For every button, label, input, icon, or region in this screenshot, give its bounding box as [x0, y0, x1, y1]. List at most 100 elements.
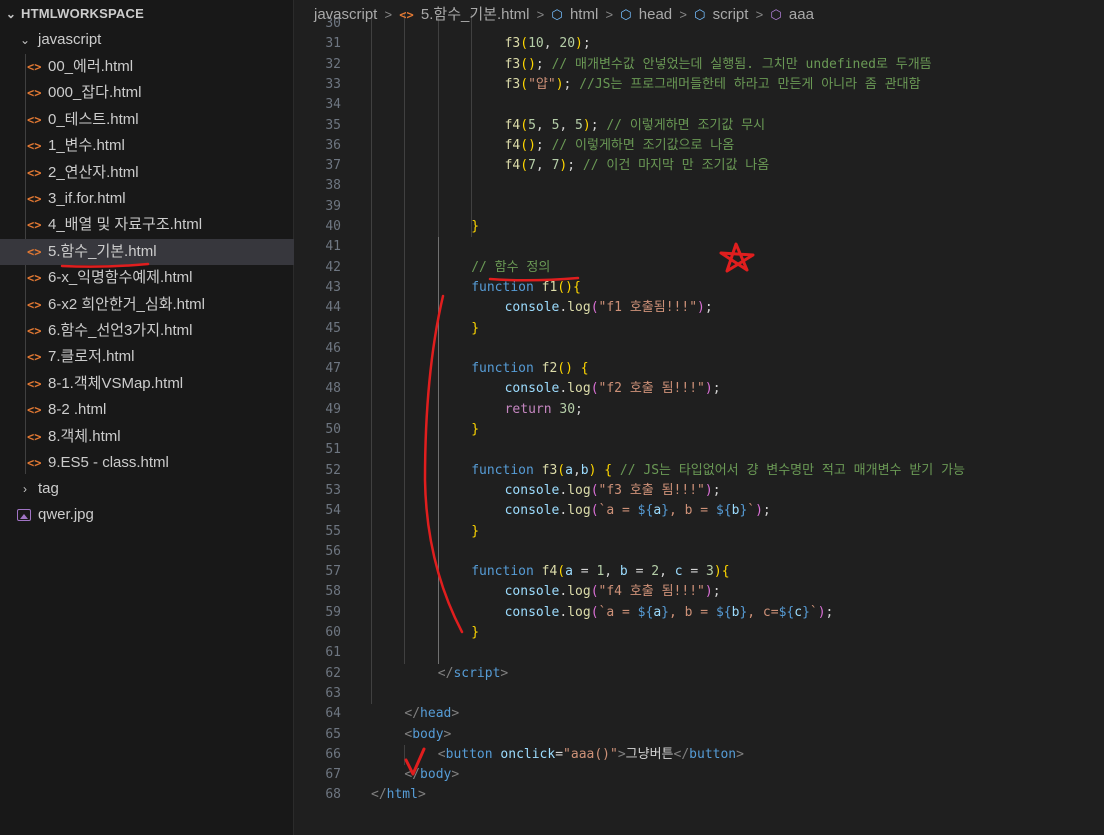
- code-token: // 이렇게하면 조기값으로 나옴: [551, 137, 735, 153]
- folder-tag[interactable]: › tag: [0, 476, 294, 502]
- code-line[interactable]: f3(10, 20);: [505, 34, 591, 54]
- file-item[interactable]: <> 7.클로저.html: [0, 344, 294, 370]
- code-token: =: [555, 746, 564, 762]
- file-item[interactable]: <> 6-x_익명함수예제.html: [0, 265, 294, 291]
- code-token: console: [504, 584, 560, 600]
- indent-guide: [404, 744, 406, 766]
- breadcrumb-item-html[interactable]: html: [570, 6, 598, 23]
- code-token: ;: [563, 76, 580, 92]
- file-label: 1_변수.html: [48, 137, 125, 155]
- line-number: 67: [325, 767, 341, 783]
- code-token: (): [520, 56, 536, 72]
- code-token: }: [471, 320, 480, 336]
- code-token: </: [404, 706, 421, 722]
- code-line[interactable]: f3("얍"); //JS는 프로그래머들한테 하라고 만든게 아니라 좀 관대…: [505, 75, 921, 95]
- file-item[interactable]: <> 00_에러.html: [0, 54, 294, 80]
- code-token: body: [412, 726, 444, 742]
- code-line[interactable]: // 함수 정의: [471, 258, 550, 278]
- code-token: f3: [504, 56, 521, 72]
- code-line[interactable]: </body>: [404, 765, 459, 785]
- file-item[interactable]: <> 6.함수_선언3가지.html: [0, 318, 294, 344]
- file-label: 0_테스트.html: [48, 110, 139, 128]
- code-line[interactable]: function f4(a = 1, b = 2, c = 3){: [471, 562, 729, 582]
- code-token: log: [567, 584, 591, 600]
- code-token: `a =: [598, 503, 638, 519]
- code-area[interactable]: 30 31 f3(10, 20); 32 f3(); // 매개변수값 안넣었는데 실행…: [295, 14, 1104, 835]
- code-token: (: [557, 564, 566, 580]
- code-token: , c=: [747, 604, 779, 620]
- code-line[interactable]: console.log("f1 호출됨!!!");: [505, 298, 713, 318]
- html-file-icon: <>: [27, 165, 42, 180]
- code-token: </: [673, 746, 690, 762]
- code-line[interactable]: </html>: [371, 785, 426, 805]
- code-line[interactable]: return 30;: [505, 400, 583, 420]
- file-item[interactable]: <> 4_배열 및 자료구조.html: [0, 212, 294, 238]
- file-item[interactable]: <> 5.함수_기본.html: [0, 238, 294, 265]
- file-label: 7.클로저.html: [48, 348, 135, 366]
- file-item[interactable]: <> 0_테스트.html: [0, 107, 294, 133]
- code-line[interactable]: }: [471, 522, 479, 542]
- code-token: ;: [575, 401, 583, 417]
- code-line[interactable]: function f3(a,b) { // JS는 타입없어서 걍 변수명만 적…: [471, 461, 965, 481]
- code-line[interactable]: </head>: [404, 704, 459, 724]
- html-file-icon: <>: [27, 456, 42, 470]
- code-token: ;: [825, 604, 834, 620]
- code-token: 3: [706, 564, 714, 580]
- file-item[interactable]: <> 000_잡다.html: [0, 80, 294, 106]
- code-line[interactable]: f4(5, 5, 5); // 이렇게하면 조기값 무시: [505, 116, 766, 136]
- code-line[interactable]: }: [471, 623, 479, 643]
- file-item[interactable]: <> 8-1.객체VSMap.html: [0, 371, 294, 397]
- code-token: }: [471, 422, 480, 437]
- code-line[interactable]: f4(7, 7); // 이건 마지막 만 조기값 나옴: [505, 156, 770, 176]
- code-token: ;: [535, 137, 552, 153]
- file-item[interactable]: <> 8-2 .html: [0, 397, 294, 423]
- breadcrumb-item-script[interactable]: script: [713, 6, 749, 23]
- file-item[interactable]: <> 6-x2 희안한거_심화.html: [0, 292, 294, 318]
- folder-javascript[interactable]: ⌄ javascript: [0, 27, 294, 53]
- code-token: </: [404, 767, 421, 783]
- html-file-icon: <>: [27, 350, 42, 365]
- code-token: ;: [590, 117, 607, 133]
- code-token: b: [580, 462, 589, 478]
- breadcrumb-item-folder[interactable]: javascript: [314, 6, 377, 23]
- code-line[interactable]: console.log("f2 호출 됨!!!");: [505, 379, 721, 399]
- code-line[interactable]: console.log(`a = ${a}, b = ${b}`);: [505, 501, 771, 521]
- line-number: 54: [325, 503, 341, 519]
- code-line[interactable]: function f2() {: [471, 359, 588, 379]
- file-item[interactable]: <> 1_변수.html: [0, 133, 294, 159]
- breadcrumb-item-file[interactable]: 5.함수_기본.html: [421, 6, 530, 23]
- file-item[interactable]: <> 8.객체.html: [0, 424, 294, 450]
- code-line[interactable]: f3(); // 매개변수값 안넣었는데 실행됨. 그치만 undefined로…: [505, 55, 932, 75]
- file-item[interactable]: <> 2_연산자.html: [0, 160, 294, 186]
- line-number: 48: [325, 381, 341, 397]
- code-line[interactable]: console.log("f3 호출 됨!!!");: [505, 481, 721, 501]
- breadcrumb-item-function[interactable]: aaa: [789, 6, 814, 23]
- code-line[interactable]: f4(); // 이렇게하면 조기값으로 나옴: [505, 136, 735, 156]
- code-token: ): [704, 381, 713, 397]
- code-token: 5: [575, 117, 583, 133]
- code-line[interactable]: console.log(`a = ${a}, b = ${b}, c=${c}`…: [505, 603, 834, 623]
- code-editor[interactable]: 30 31 f3(10, 20); 32 f3(); // 매개변수값 안넣었는데 실행…: [295, 0, 1104, 835]
- code-line[interactable]: console.log("f4 호출 됨!!!");: [505, 582, 721, 602]
- file-item[interactable]: <> 9.ES5 - class.html: [0, 450, 294, 476]
- indent-guide: [437, 14, 439, 238]
- code-line[interactable]: function f1(){: [471, 278, 581, 298]
- code-line[interactable]: <body>: [404, 725, 451, 745]
- explorer-root-folder[interactable]: ⌄ HTMLWORKSPACE: [0, 1, 294, 27]
- file-qwer-jpg[interactable]: qwer.jpg: [0, 502, 294, 528]
- root-folder-label: HTMLWORKSPACE: [21, 6, 144, 21]
- code-line[interactable]: }: [471, 420, 479, 440]
- breadcrumb-item-head[interactable]: head: [639, 6, 672, 23]
- code-line[interactable]: }: [471, 319, 479, 339]
- code-line[interactable]: }: [471, 217, 479, 237]
- code-token: >: [417, 787, 426, 803]
- html-file-icon: <>: [399, 8, 414, 22]
- code-token: ): [575, 36, 583, 52]
- code-line[interactable]: <button onclick="aaa()">그냥버튼</button>: [438, 745, 744, 765]
- code-token: =: [627, 564, 652, 580]
- code-token: f3: [504, 36, 521, 52]
- code-line[interactable]: </script>: [438, 664, 508, 684]
- file-item[interactable]: <> 3_if.for.html: [0, 186, 294, 212]
- code-token: ;: [712, 584, 721, 600]
- code-token: "f3 호출 됨!!!": [598, 482, 705, 498]
